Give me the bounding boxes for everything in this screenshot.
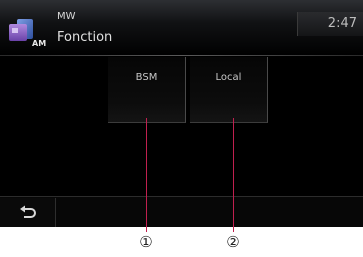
bsm-button[interactable]: BSM xyxy=(108,57,186,123)
nav-screen: AM MW Fonction 2:47 BSM Local xyxy=(0,0,363,227)
am-badge: AM xyxy=(32,39,46,48)
callout-line-2 xyxy=(233,118,234,232)
bottom-bar xyxy=(0,196,363,227)
local-button[interactable]: Local xyxy=(190,57,268,123)
bsm-button-label: BSM xyxy=(135,72,158,83)
header-divider xyxy=(0,55,363,56)
screen-title: Fonction xyxy=(57,30,113,45)
header-bar: AM MW Fonction 2:47 xyxy=(0,0,363,56)
callout-number-2: ② xyxy=(226,233,240,251)
local-button-label: Local xyxy=(215,72,242,83)
return-arrow-icon xyxy=(20,205,36,218)
am-radio-icon[interactable]: AM xyxy=(5,9,51,49)
callout-number-1: ① xyxy=(139,233,153,251)
callout-line-1 xyxy=(146,118,147,232)
clock: 2:47 xyxy=(297,12,363,36)
band-label: MW xyxy=(57,11,76,22)
back-button[interactable] xyxy=(0,198,56,227)
